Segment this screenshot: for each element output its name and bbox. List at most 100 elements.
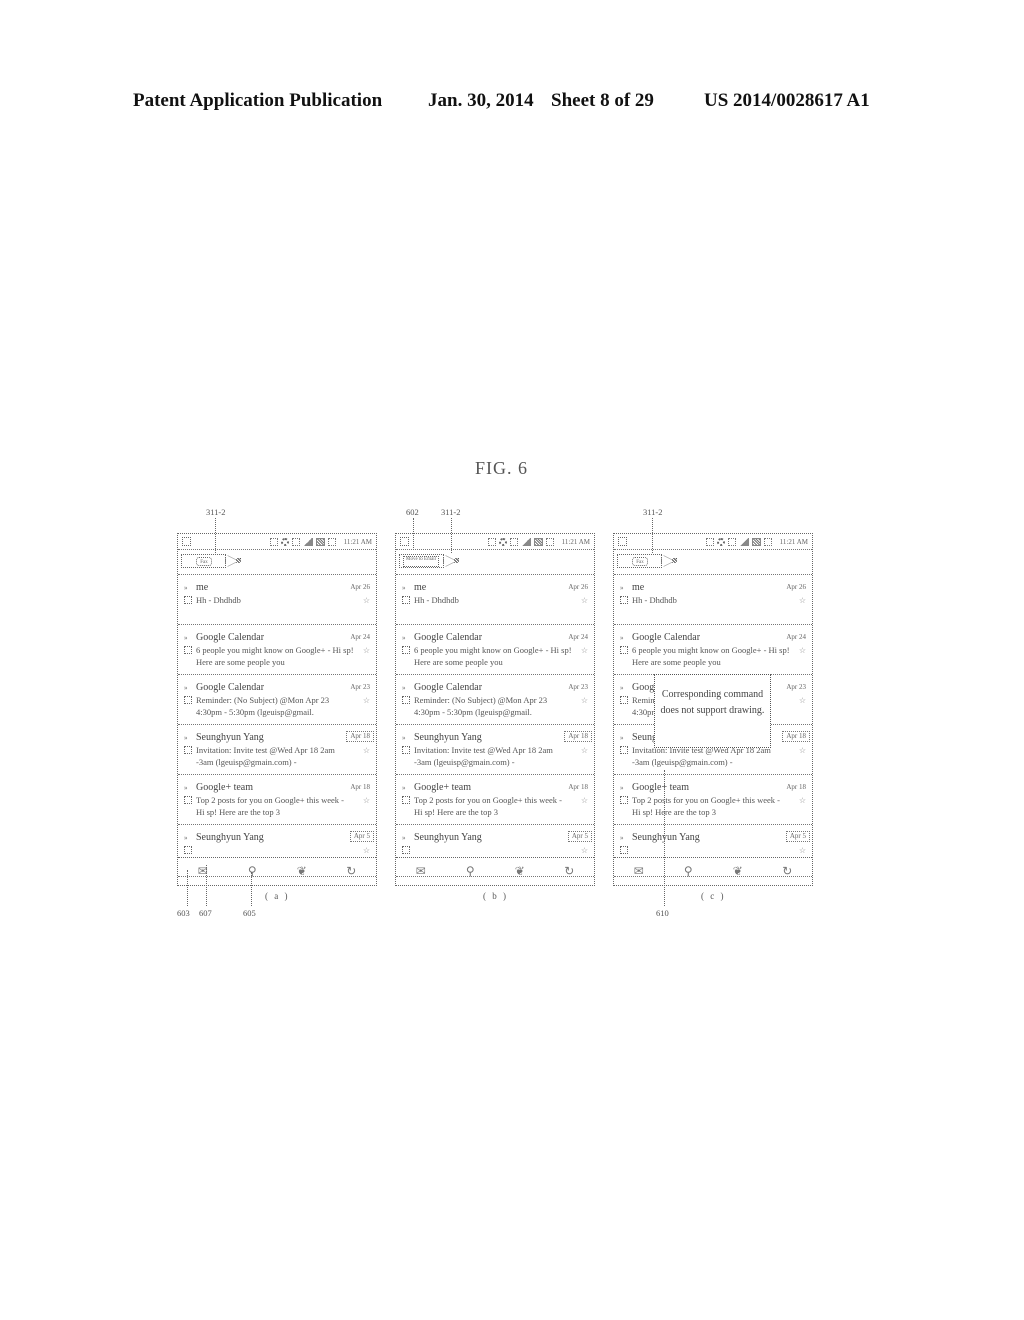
email-snippet: Top 2 posts for you on Google+ this week… xyxy=(414,795,562,817)
leader-line xyxy=(251,872,252,906)
search-icon[interactable]: ⚲ xyxy=(680,864,696,879)
email-list-item[interactable]: » Google Calendar Apr 23 Reminder: (No Subj… xyxy=(396,675,594,725)
priority-icon: » xyxy=(402,784,406,792)
email-list-item[interactable]: » me Apr 26 Hh - Dhdhdb ☆ xyxy=(396,575,594,625)
email-list-item[interactable]: » Google+ team Apr 18 Top 2 posts for you o… xyxy=(178,775,376,825)
status-bar: 11:21 AM xyxy=(614,534,812,550)
email-checkbox[interactable] xyxy=(620,646,628,654)
email-list-item[interactable]: » Google Calendar Apr 23 Reminder: (No Subj… xyxy=(178,675,376,725)
email-checkbox[interactable] xyxy=(402,846,410,854)
reference-numeral: 610 xyxy=(656,908,669,918)
pen-tool[interactable]: Fax xyxy=(617,554,662,568)
star-icon[interactable]: ☆ xyxy=(581,596,588,605)
email-list-item[interactable]: » Google Calendar Apr 24 6 people you might… xyxy=(396,625,594,675)
star-icon[interactable]: ☆ xyxy=(581,646,588,655)
email-sender: me xyxy=(632,582,645,593)
refresh-icon[interactable]: ↻ xyxy=(779,864,795,879)
phone-screen: 11:21 AM Fax » me Apr 26 Hh - Dhdhdb ☆ » Google … xyxy=(613,533,813,886)
label-tag-icon[interactable]: ❦ xyxy=(512,864,528,879)
star-icon[interactable]: ☆ xyxy=(363,846,370,855)
email-checkbox[interactable] xyxy=(184,846,192,854)
email-checkbox[interactable] xyxy=(402,596,410,604)
phone-screen: 11:21 AM Fax » me Apr 26 Hh - Dhdhdb ☆ » Google … xyxy=(177,533,377,886)
priority-icon: » xyxy=(184,584,188,592)
email-list-item[interactable]: » Google+ team Apr 18 Top 2 posts for you o… xyxy=(396,775,594,825)
email-list-item[interactable]: » me Apr 26 Hh - Dhdhdb ☆ xyxy=(614,575,812,625)
star-icon[interactable]: ☆ xyxy=(581,846,588,855)
star-icon[interactable]: ☆ xyxy=(799,696,806,705)
email-date: Apr 18 xyxy=(350,783,370,791)
email-snippet: 6 people you might know on Google+ - Hi … xyxy=(414,645,572,667)
label-tag-icon[interactable]: ❦ xyxy=(730,864,746,879)
priority-icon: » xyxy=(620,584,624,592)
email-sender: Google Calendar xyxy=(414,682,483,693)
search-icon[interactable]: ⚲ xyxy=(462,864,478,879)
email-checkbox[interactable] xyxy=(402,696,410,704)
email-checkbox[interactable] xyxy=(620,846,628,854)
email-snippet: 6 people you might know on Google+ - Hi … xyxy=(632,645,790,667)
pen-tool-row: Fax xyxy=(614,550,812,575)
email-sender: Seunghyun Yang xyxy=(414,832,482,843)
email-checkbox[interactable] xyxy=(184,696,192,704)
priority-icon: » xyxy=(402,584,406,592)
email-list-item[interactable]: » Google Calendar Apr 24 6 people you might… xyxy=(614,625,812,675)
status-icons: 11:21 AM xyxy=(705,537,808,546)
star-icon[interactable]: ☆ xyxy=(799,796,806,805)
signal-icon xyxy=(302,537,313,546)
bluetooth-icon xyxy=(487,537,496,546)
star-icon[interactable]: ☆ xyxy=(581,746,588,755)
email-checkbox[interactable] xyxy=(402,646,410,654)
email-checkbox[interactable] xyxy=(184,596,192,604)
refresh-icon[interactable]: ↻ xyxy=(561,864,577,879)
pen-tool[interactable]: Move to Email xyxy=(399,554,444,568)
email-checkbox[interactable] xyxy=(620,746,628,754)
email-checkbox[interactable] xyxy=(620,696,628,704)
email-checkbox[interactable] xyxy=(184,746,192,754)
email-checkbox[interactable] xyxy=(620,796,628,804)
email-date: Apr 23 xyxy=(350,683,370,691)
email-date: Apr 18 xyxy=(782,731,810,742)
star-icon[interactable]: ☆ xyxy=(581,796,588,805)
star-icon[interactable]: ☆ xyxy=(363,596,370,605)
star-icon[interactable]: ☆ xyxy=(799,746,806,755)
pen-tool-row: Move to Email xyxy=(396,550,594,575)
leader-line xyxy=(664,770,665,906)
email-list-item[interactable]: » Seunghyun Yang Apr 18 Invitation: Invite … xyxy=(178,725,376,775)
email-checkbox[interactable] xyxy=(402,746,410,754)
email-checkbox[interactable] xyxy=(184,646,192,654)
compose-mail-icon[interactable]: ✉ xyxy=(631,864,647,879)
label-tag-icon[interactable]: ❦ xyxy=(294,864,310,879)
star-icon[interactable]: ☆ xyxy=(363,646,370,655)
star-icon[interactable]: ☆ xyxy=(799,646,806,655)
email-snippet: Reminder: (No Subject) @Mon Apr 23 4:30p… xyxy=(196,695,330,717)
email-snippet: Hh - Dhdhdb xyxy=(414,595,459,605)
email-list-item[interactable]: » Google+ team Apr 18 Top 2 posts for you o… xyxy=(614,775,812,825)
status-time: 11:21 AM xyxy=(779,537,808,546)
email-checkbox[interactable] xyxy=(620,596,628,604)
notification-icon xyxy=(400,537,409,546)
email-list-item[interactable]: » me Apr 26 Hh - Dhdhdb ☆ xyxy=(178,575,376,625)
email-date: Apr 18 xyxy=(786,783,806,791)
email-date: Apr 26 xyxy=(786,583,806,591)
email-checkbox[interactable] xyxy=(402,796,410,804)
email-list-item[interactable]: » Seunghyun Yang Apr 18 Invitation: Invite … xyxy=(396,725,594,775)
compose-mail-icon[interactable]: ✉ xyxy=(195,864,211,879)
star-icon[interactable]: ☆ xyxy=(363,796,370,805)
star-icon[interactable]: ☆ xyxy=(363,696,370,705)
search-icon[interactable]: ⚲ xyxy=(244,864,260,879)
email-checkbox[interactable] xyxy=(184,796,192,804)
email-date: Apr 5 xyxy=(785,831,810,842)
email-list-item[interactable]: » Google Calendar Apr 24 6 people you might… xyxy=(178,625,376,675)
reference-numeral: 311-2 xyxy=(206,507,226,517)
refresh-icon[interactable]: ↻ xyxy=(343,864,359,879)
email-sender: Google+ team xyxy=(632,782,690,793)
compose-mail-icon[interactable]: ✉ xyxy=(413,864,429,879)
email-sender: Seunghyun Yang xyxy=(196,832,264,843)
status-time: 11:21 AM xyxy=(561,537,590,546)
pen-tool[interactable]: Fax xyxy=(181,554,226,568)
leader-line xyxy=(652,518,653,553)
star-icon[interactable]: ☆ xyxy=(799,846,806,855)
star-icon[interactable]: ☆ xyxy=(799,596,806,605)
star-icon[interactable]: ☆ xyxy=(581,696,588,705)
star-icon[interactable]: ☆ xyxy=(363,746,370,755)
